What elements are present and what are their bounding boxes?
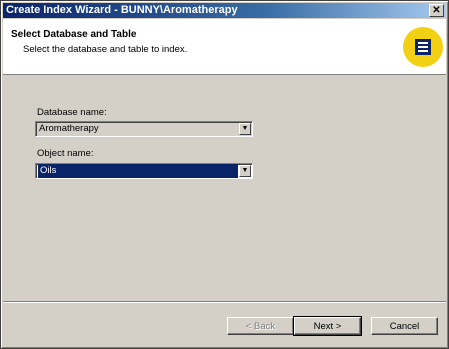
wizard-window: Create Index Wizard - BUNNY\Aromatherapy… <box>0 0 449 349</box>
close-button[interactable]: ✕ <box>429 4 444 17</box>
document-icon <box>415 39 431 55</box>
title-bar[interactable]: Create Index Wizard - BUNNY\Aromatherapy… <box>3 3 446 18</box>
database-name-label: Database name: <box>37 107 107 118</box>
database-name-value: Aromatherapy <box>39 123 99 134</box>
page-title: Select Database and Table <box>11 29 137 40</box>
close-icon: ✕ <box>432 5 441 16</box>
wizard-header: Select Database and Table Select the dat… <box>3 19 446 75</box>
footer-divider <box>3 301 446 303</box>
object-name-value: Oils <box>38 164 238 178</box>
object-name-label: Object name: <box>37 148 94 159</box>
chevron-down-icon[interactable]: ▼ <box>239 165 251 177</box>
back-button[interactable]: < Back <box>227 317 294 335</box>
cancel-button[interactable]: Cancel <box>371 317 438 335</box>
index-wizard-icon <box>403 27 443 67</box>
next-button[interactable]: Next > <box>293 316 362 336</box>
window-title: Create Index Wizard - BUNNY\Aromatherapy <box>6 4 238 16</box>
object-name-dropdown[interactable]: Oils ▼ <box>35 163 253 179</box>
page-subtitle: Select the database and table to index. <box>23 44 188 55</box>
chevron-down-icon[interactable]: ▼ <box>239 123 251 135</box>
database-name-dropdown[interactable]: Aromatherapy ▼ <box>35 121 253 137</box>
